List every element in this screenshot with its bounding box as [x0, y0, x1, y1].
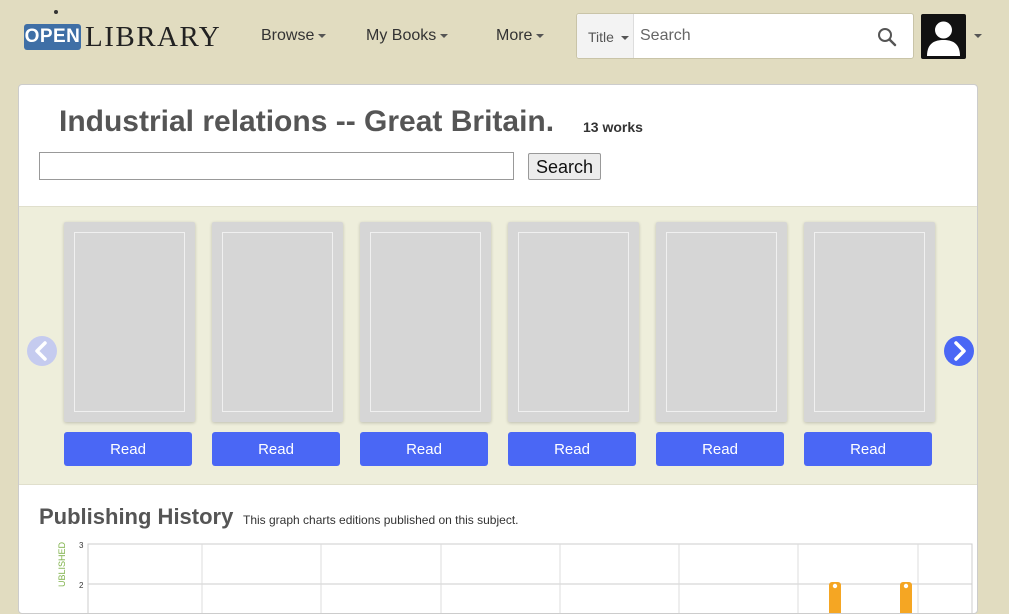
- carousel-next-icon[interactable]: [943, 335, 975, 367]
- book-cover-frame: [222, 232, 333, 412]
- user-silhouette-icon: [927, 21, 960, 56]
- chart-bar-marker: [832, 583, 838, 589]
- publishing-history-chart: UBLISHED 3 2: [57, 541, 973, 613]
- user-avatar[interactable]: [921, 14, 966, 59]
- logo-library-text: LIBRARY: [85, 21, 222, 53]
- nav-my-books-label: My Books: [366, 27, 437, 44]
- book-card: Read: [656, 222, 787, 466]
- book-card: Read: [64, 222, 195, 466]
- book-card: Read: [508, 222, 639, 466]
- read-button[interactable]: Read: [804, 432, 932, 466]
- nav-more[interactable]: More: [496, 26, 545, 46]
- book-cover[interactable]: [508, 222, 639, 422]
- logo-open-badge: OPEN: [24, 24, 81, 50]
- work-count: 13 works: [583, 119, 643, 135]
- read-button[interactable]: Read: [656, 432, 784, 466]
- book-cover[interactable]: [804, 222, 935, 422]
- account-menu-caret-icon[interactable]: [974, 34, 982, 38]
- nav-browse[interactable]: Browse: [261, 26, 327, 46]
- book-cover-frame: [74, 232, 185, 412]
- search-type-select[interactable]: Title: [577, 14, 634, 58]
- header-search-input[interactable]: [640, 14, 860, 58]
- read-button[interactable]: Read: [64, 432, 192, 466]
- caret-down-icon: [620, 36, 629, 41]
- book-cover-frame: [666, 232, 777, 412]
- page-title: Industrial relations -- Great Britain.: [59, 105, 555, 138]
- book-card: Read: [804, 222, 935, 466]
- book-cover[interactable]: [360, 222, 491, 422]
- chart-ylabel: UBLISHED: [57, 541, 67, 587]
- subject-search-input[interactable]: [39, 152, 514, 180]
- site-header: OPEN LIBRARY Browse My Books More Title: [0, 0, 1009, 76]
- book-carousel: Read Read Read Read Read Read: [19, 206, 977, 485]
- y-tick-label: 3: [79, 541, 84, 550]
- search-type-label: Title: [588, 29, 614, 45]
- book-cover[interactable]: [64, 222, 195, 422]
- read-button[interactable]: Read: [360, 432, 488, 466]
- caret-down-icon: [536, 33, 545, 38]
- read-button[interactable]: Read: [508, 432, 636, 466]
- book-card: Read: [360, 222, 491, 466]
- publishing-history-heading: Publishing History: [39, 504, 234, 529]
- publishing-history-description: This graph charts editions published on …: [243, 513, 519, 527]
- open-library-logo[interactable]: OPEN LIBRARY: [24, 10, 220, 54]
- book-cover-frame: [370, 232, 481, 412]
- book-cover[interactable]: [212, 222, 343, 422]
- nav-browse-label: Browse: [261, 27, 315, 44]
- subject-search-button[interactable]: Search: [528, 153, 601, 180]
- subject-panel: Industrial relations -- Great Britain. 1…: [18, 84, 978, 614]
- read-button[interactable]: Read: [212, 432, 340, 466]
- book-cover-frame: [814, 232, 925, 412]
- book-cover[interactable]: [656, 222, 787, 422]
- y-tick-label: 2: [79, 581, 84, 590]
- caret-down-icon: [318, 33, 327, 38]
- book-card: Read: [212, 222, 343, 466]
- carousel-prev-icon[interactable]: [26, 335, 58, 367]
- logo-dot: [54, 10, 58, 14]
- nav-my-books[interactable]: My Books: [366, 26, 449, 46]
- search-icon[interactable]: [877, 27, 897, 47]
- caret-down-icon: [440, 33, 449, 38]
- book-cover-frame: [518, 232, 629, 412]
- chart-bar-marker: [903, 583, 909, 589]
- nav-more-label: More: [496, 27, 533, 44]
- header-search-bar: Title: [576, 13, 914, 59]
